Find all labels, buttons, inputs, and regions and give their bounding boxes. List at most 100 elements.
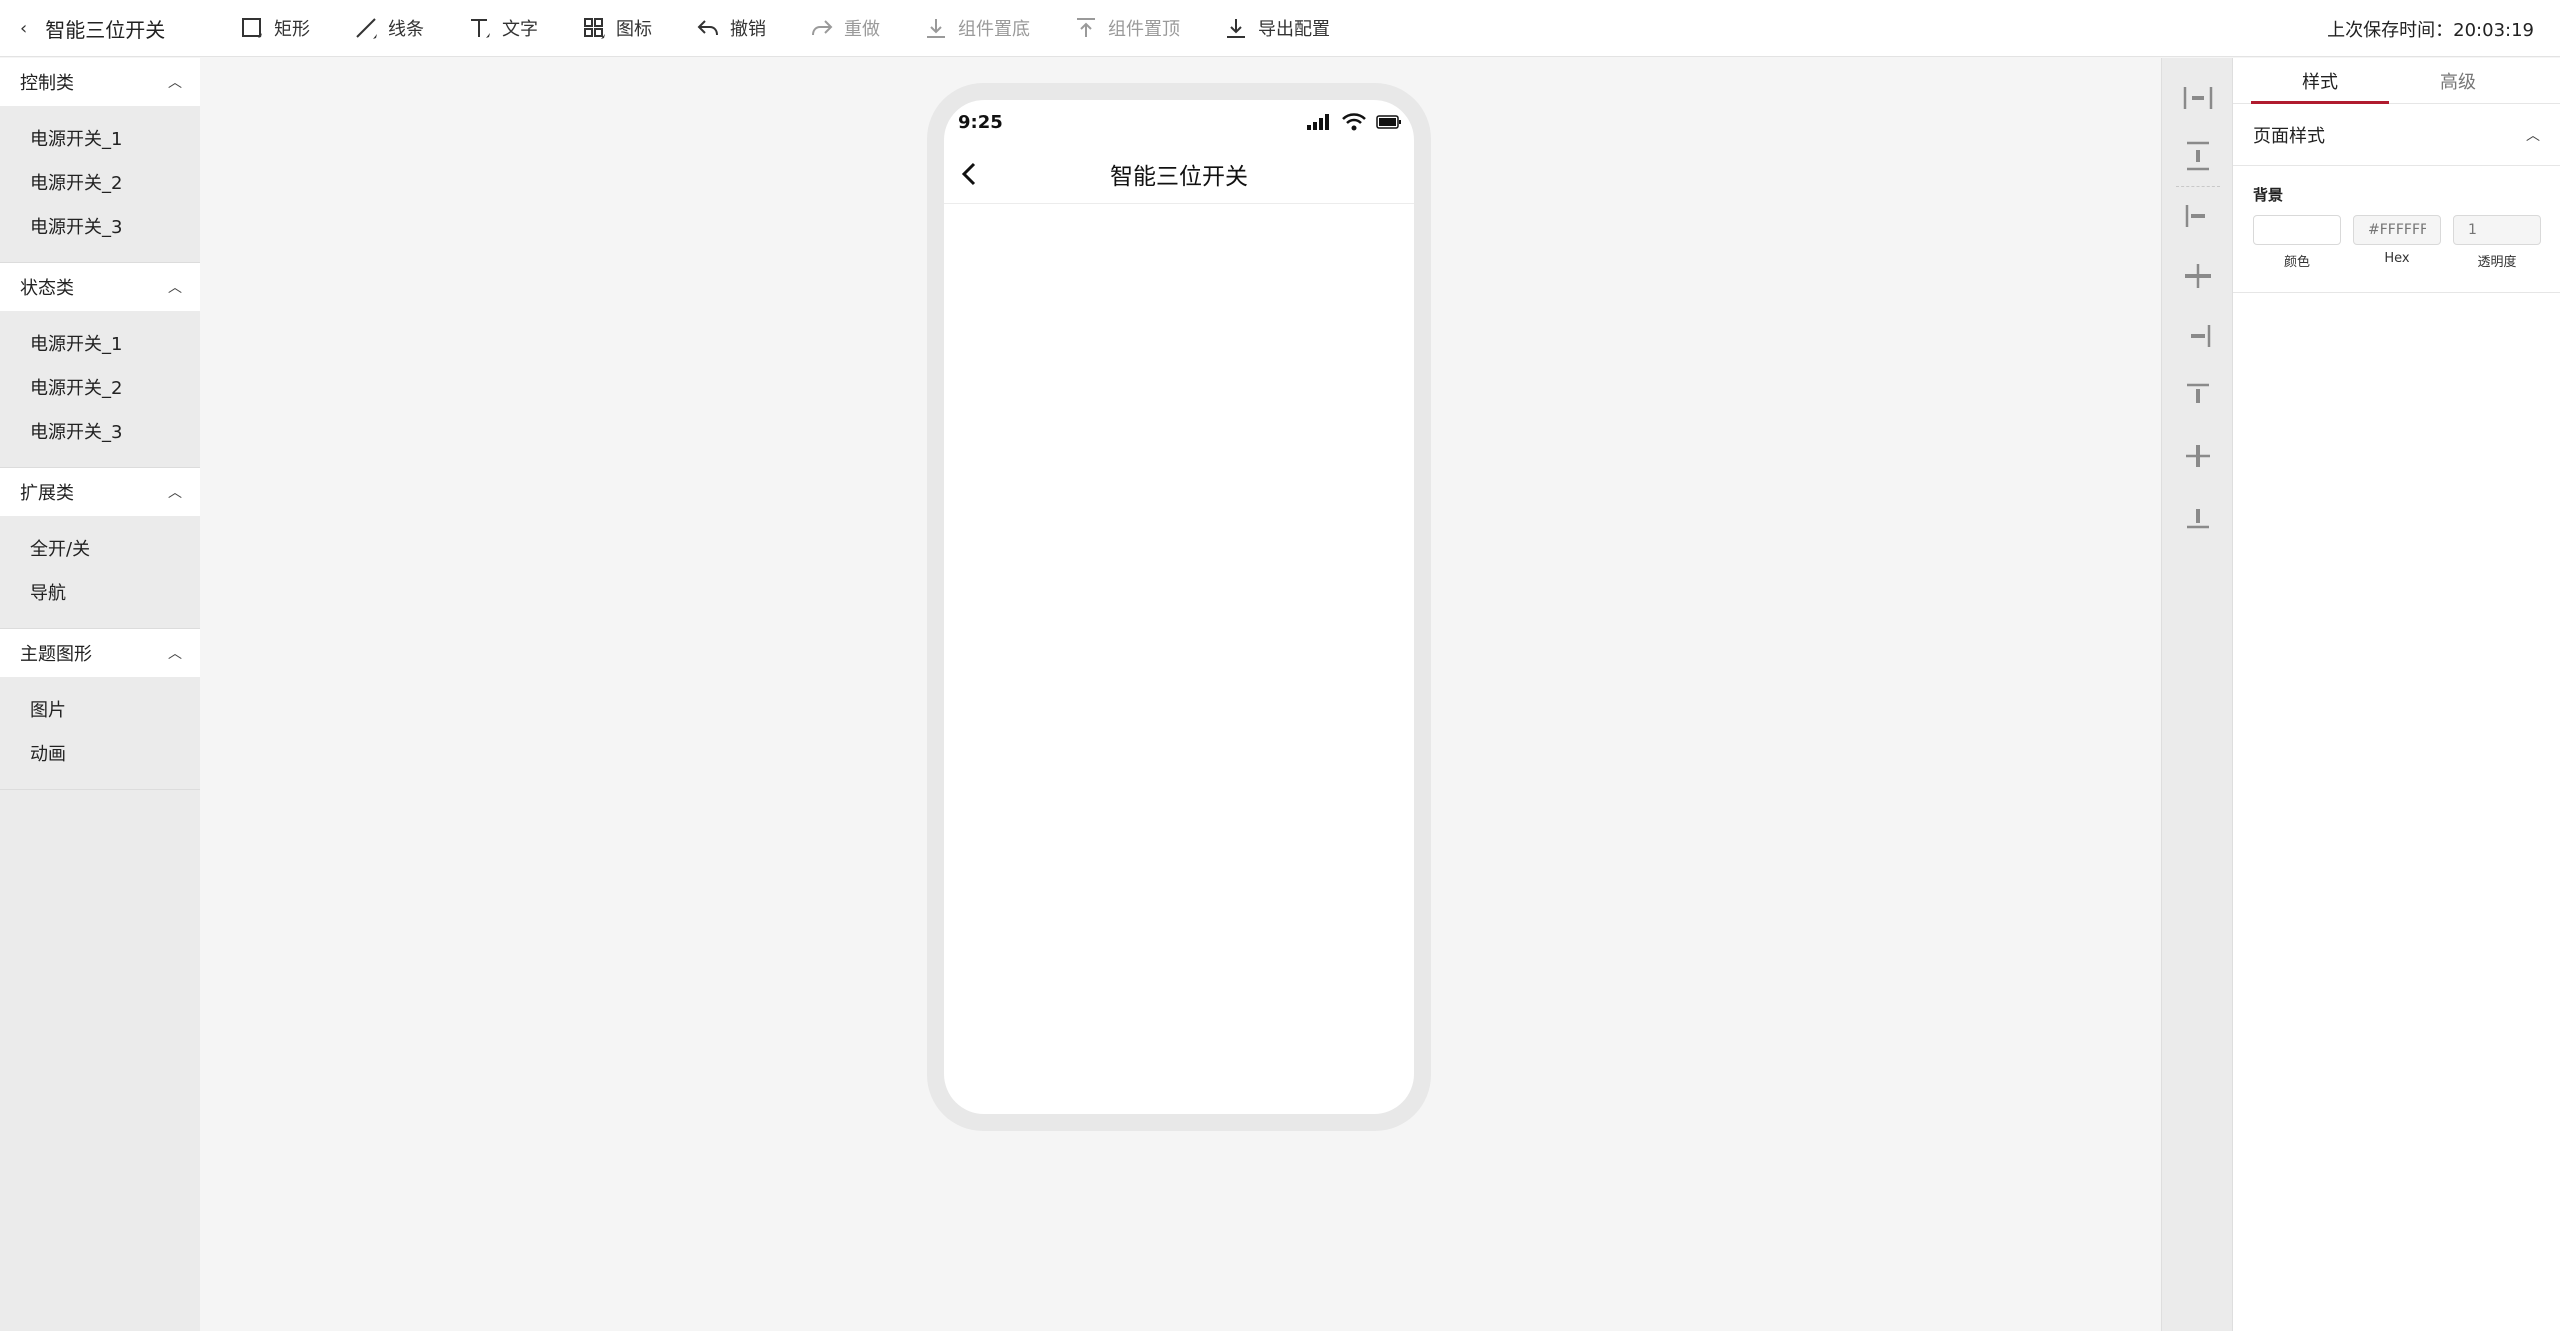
app-root: ‹ 智能三位开关 矩形 线条 文字 图标 撤销 重做 组件置底 组件置顶 导出配… xyxy=(0,0,2560,1331)
export-label: 导出配置 xyxy=(1258,19,1330,40)
top-toolbar: ‹ 智能三位开关 矩形 线条 文字 图标 撤销 重做 组件置底 组件置顶 导出配… xyxy=(0,0,2560,57)
undo-icon xyxy=(697,20,718,36)
redo-icon xyxy=(812,20,833,36)
group-header-extension[interactable]: 扩展类 ︿ xyxy=(0,468,200,516)
line-tool-label: 线条 xyxy=(388,19,424,40)
line-tool-button[interactable]: 线条 xyxy=(354,15,424,41)
color-input[interactable] xyxy=(2253,215,2341,245)
group-header-status[interactable]: 状态类 ︿ xyxy=(0,263,200,311)
phone-page-title: 智能三位开关 xyxy=(1110,163,1248,190)
group-header-control[interactable]: 控制类 ︿ xyxy=(0,58,200,106)
download-icon xyxy=(1227,19,1245,38)
align-middle-vertical-button[interactable] xyxy=(2182,440,2214,472)
hex-caption: Hex xyxy=(2384,251,2410,266)
signal-icon xyxy=(1307,114,1329,130)
group-body: 电源开关_1 电源开关_2 电源开关_3 xyxy=(0,311,200,468)
chevron-up-icon: ︿ xyxy=(168,485,182,501)
back-button[interactable]: ‹ 智能三位开关 xyxy=(0,0,200,57)
chevron-up-icon: ︿ xyxy=(168,646,182,662)
hex-input[interactable] xyxy=(2353,215,2441,245)
redo-label: 重做 xyxy=(844,19,880,40)
align-bottom-button[interactable] xyxy=(2182,500,2214,532)
send-to-bottom-button[interactable]: 组件置底 xyxy=(924,15,1030,41)
list-item[interactable]: 电源开关_2 xyxy=(0,160,200,204)
bring-top-icon xyxy=(1077,18,1095,37)
panel-tabs: 样式 高级 xyxy=(2233,58,2560,104)
rect-tool-button[interactable]: 矩形 xyxy=(240,15,310,41)
background-label: 背景 xyxy=(2253,186,2284,204)
opacity-input[interactable] xyxy=(2453,215,2541,245)
align-right-icon xyxy=(2191,325,2211,347)
group-title: 扩展类 xyxy=(20,483,74,504)
group-title: 主题图形 xyxy=(20,644,92,665)
list-item[interactable]: 电源开关_1 xyxy=(0,116,200,160)
list-item[interactable]: 电源开关_3 xyxy=(0,409,200,453)
align-middle-vertical-icon xyxy=(2186,445,2210,467)
group-body: 图片 动画 xyxy=(0,677,200,790)
align-top-button[interactable] xyxy=(2182,380,2214,412)
chevron-up-icon: ︿ xyxy=(2526,127,2540,144)
icon-tool-label: 图标 xyxy=(616,19,652,40)
align-left-icon xyxy=(2185,205,2205,227)
chevron-left-icon: ‹ xyxy=(20,17,28,39)
text-tool-label: 文字 xyxy=(502,19,538,40)
back-arrow-icon[interactable] xyxy=(956,160,984,188)
group-title: 控制类 xyxy=(20,73,74,94)
phone-screen[interactable]: 9:25 智能三位开关 xyxy=(944,100,1414,1114)
group-body: 全开/关 导航 xyxy=(0,516,200,629)
rect-tool-label: 矩形 xyxy=(274,19,310,40)
background-fields: 颜色 Hex 透明度 xyxy=(2253,215,2541,270)
phone-nav-bar: 智能三位开关 xyxy=(944,144,1414,204)
tab-style[interactable]: 样式 xyxy=(2251,58,2389,104)
group-status: 状态类 ︿ 电源开关_1 电源开关_2 电源开关_3 xyxy=(0,263,200,468)
wifi-icon xyxy=(1342,113,1366,131)
group-header-theme[interactable]: 主题图形 ︿ xyxy=(0,629,200,677)
page-style-section-header[interactable]: 页面样式 ︿ xyxy=(2233,104,2560,166)
distribute-horizontal-button[interactable] xyxy=(2182,82,2214,114)
line-icon xyxy=(356,18,377,39)
distribute-horizontal-icon xyxy=(2183,87,2213,109)
list-item[interactable]: 电源开关_2 xyxy=(0,365,200,409)
list-item[interactable]: 图片 xyxy=(0,687,200,731)
tool-group: 矩形 线条 文字 图标 撤销 重做 组件置底 组件置顶 导出配置 xyxy=(240,0,1374,57)
project-title: 智能三位开关 xyxy=(45,17,166,42)
text-tool-button[interactable]: 文字 xyxy=(468,15,538,41)
bring-top-label: 组件置顶 xyxy=(1108,19,1180,40)
tab-advanced[interactable]: 高级 xyxy=(2389,58,2527,103)
list-item[interactable]: 动画 xyxy=(0,731,200,775)
redo-button[interactable]: 重做 xyxy=(810,15,880,41)
align-right-button[interactable] xyxy=(2182,320,2214,352)
divider xyxy=(2176,186,2220,187)
undo-button[interactable]: 撤销 xyxy=(696,15,766,41)
export-config-button[interactable]: 导出配置 xyxy=(1224,15,1330,41)
status-icons xyxy=(1306,113,1402,131)
design-canvas[interactable]: 9:25 智能三位开关 xyxy=(200,58,2161,1331)
opacity-field-group: 透明度 xyxy=(2453,215,2541,270)
rectangle-icon xyxy=(242,18,262,38)
send-bottom-icon xyxy=(927,19,945,38)
list-item[interactable]: 全开/关 xyxy=(0,526,200,570)
list-item[interactable]: 导航 xyxy=(0,570,200,614)
group-title: 状态类 xyxy=(20,278,74,299)
send-bottom-label: 组件置底 xyxy=(958,19,1030,40)
align-left-button[interactable] xyxy=(2182,200,2214,232)
phone-frame: 9:25 智能三位开关 xyxy=(927,83,1431,1131)
undo-label: 撤销 xyxy=(730,19,766,40)
alignment-toolbar xyxy=(2161,58,2233,1331)
align-center-horizontal-icon xyxy=(2185,264,2211,288)
page-style-section-body: 背景 颜色 Hex 透明度 xyxy=(2233,166,2560,293)
status-time: 9:25 xyxy=(958,111,1003,133)
icon-tool-button[interactable]: 图标 xyxy=(582,15,652,41)
align-center-horizontal-button[interactable] xyxy=(2182,260,2214,292)
distribute-vertical-button[interactable] xyxy=(2182,140,2214,172)
color-caption: 颜色 xyxy=(2283,255,2310,270)
color-field-group: 颜色 xyxy=(2253,215,2341,270)
grid-icon xyxy=(584,18,605,39)
group-control: 控制类 ︿ 电源开关_1 电源开关_2 电源开关_3 xyxy=(0,58,200,263)
bring-to-top-button[interactable]: 组件置顶 xyxy=(1074,15,1180,41)
list-item[interactable]: 电源开关_3 xyxy=(0,204,200,248)
distribute-vertical-icon xyxy=(2187,141,2209,171)
align-bottom-icon xyxy=(2187,509,2209,529)
list-item[interactable]: 电源开关_1 xyxy=(0,321,200,365)
group-body: 电源开关_1 电源开关_2 电源开关_3 xyxy=(0,106,200,263)
